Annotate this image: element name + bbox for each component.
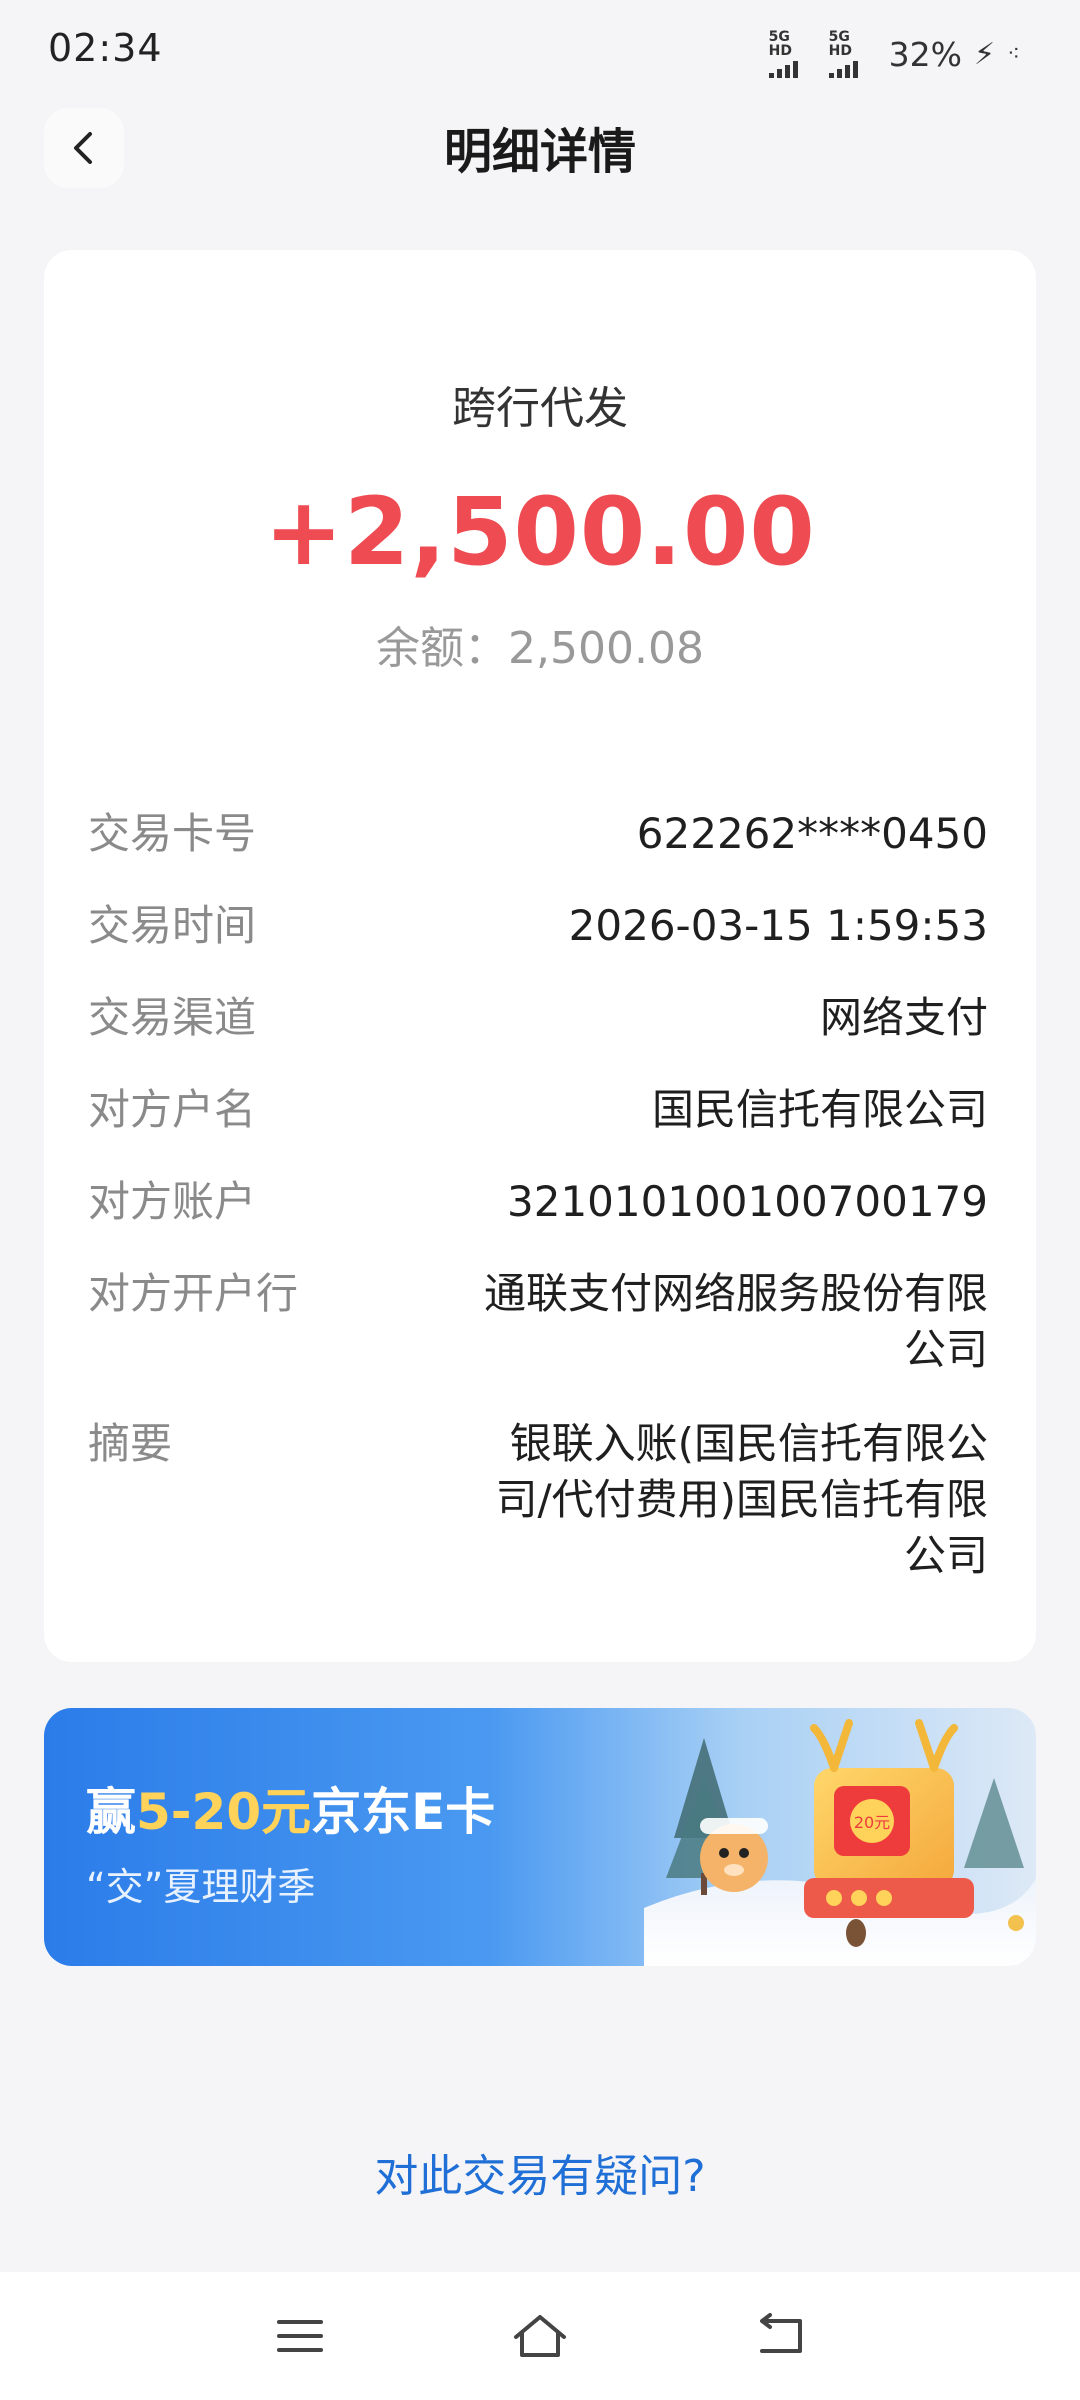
- detail-row-summary: 摘要 银联入账(国民信托有限公司/代付费用)国民信托有限公司: [88, 1416, 988, 1584]
- transaction-detail-card: 跨行代发 +2,500.00 余额：2,500.08 交易卡号 622262**…: [44, 250, 1036, 1662]
- transaction-type: 跨行代发: [452, 383, 628, 434]
- promo-banner[interactable]: 赢5-20元京东E卡 “交”夏理财季 20元: [44, 1708, 1036, 1966]
- network-label: 5G HD: [828, 29, 853, 59]
- charging-icon: ⚡: [974, 36, 996, 72]
- nav-menu-button[interactable]: [260, 2296, 340, 2376]
- detail-row-card-number: 交易卡号 622262****0450: [88, 806, 988, 862]
- signal-icon: 5G HD: [828, 29, 877, 78]
- home-icon: [514, 2315, 566, 2357]
- header: 明细详情: [0, 100, 1080, 200]
- detail-row-counterparty-bank: 对方开户行 通联支付网络服务股份有限公司: [88, 1266, 988, 1378]
- system-nav-bar: [0, 2272, 1080, 2400]
- transaction-question-link[interactable]: 对此交易有疑问?: [0, 2140, 1080, 2204]
- detail-value: 通联支付网络服务股份有限公司: [483, 1269, 988, 1374]
- menu-icon: [277, 2320, 323, 2352]
- detail-row-counterparty-account: 对方账户 321010100100700179: [88, 1174, 988, 1230]
- detail-label: 交易卡号: [88, 809, 257, 858]
- promo-highlight: 5-20元: [136, 1783, 312, 1841]
- detail-value: 321010100100700179: [507, 1177, 988, 1226]
- back-icon: [760, 2313, 802, 2353]
- promo-prefix: 赢: [86, 1783, 136, 1841]
- detail-value: 银联入账(国民信托有限公司/代付费用)国民信托有限公司: [495, 1419, 988, 1580]
- activity-icon: ⁖: [1007, 41, 1020, 67]
- balance-text: 余额：2,500.08: [376, 623, 704, 674]
- detail-label: 对方开户行: [88, 1269, 299, 1318]
- signal-icon: 5G HD: [768, 29, 817, 78]
- detail-label: 摘要: [88, 1419, 173, 1468]
- detail-label: 对方账户: [88, 1177, 257, 1226]
- detail-label: 对方户名: [88, 1085, 257, 1134]
- nav-back-button[interactable]: [740, 2296, 820, 2376]
- detail-row-counterparty-name: 对方户名 国民信托有限公司: [88, 1082, 988, 1138]
- status-time: 02:34: [48, 26, 163, 70]
- detail-label: 交易时间: [88, 901, 257, 950]
- status-bar: 02:34 5G HD 5G HD 32% ⚡ ⁖: [0, 0, 1080, 100]
- transaction-amount: +2,500.00: [264, 478, 816, 587]
- promo-title: 赢5-20元京东E卡: [86, 1772, 495, 1844]
- detail-row-time: 交易时间 2026-03-15 1:59:53: [88, 898, 988, 954]
- network-label: 5G HD: [768, 29, 793, 59]
- nav-home-button[interactable]: [500, 2296, 580, 2376]
- detail-label: 交易渠道: [88, 993, 257, 1042]
- detail-value: 2026-03-15 1:59:53: [568, 901, 988, 950]
- page-title: 明细详情: [443, 124, 636, 180]
- battery-level: 32%: [888, 34, 963, 74]
- detail-value: 622262****0450: [636, 809, 988, 858]
- status-icons: 5G HD 5G HD 32% ⚡ ⁖: [768, 29, 1020, 78]
- promo-subtitle: “交”夏理财季: [86, 1865, 316, 1909]
- promo-badge: 20元: [854, 1813, 890, 1832]
- detail-value: 国民信托有限公司: [651, 1085, 988, 1134]
- detail-row-channel: 交易渠道 网络支付: [88, 990, 988, 1046]
- detail-value: 网络支付: [819, 993, 988, 1042]
- promo-suffix: 京东E卡: [311, 1783, 496, 1841]
- promo-illustration: 20元: [644, 1719, 1036, 1966]
